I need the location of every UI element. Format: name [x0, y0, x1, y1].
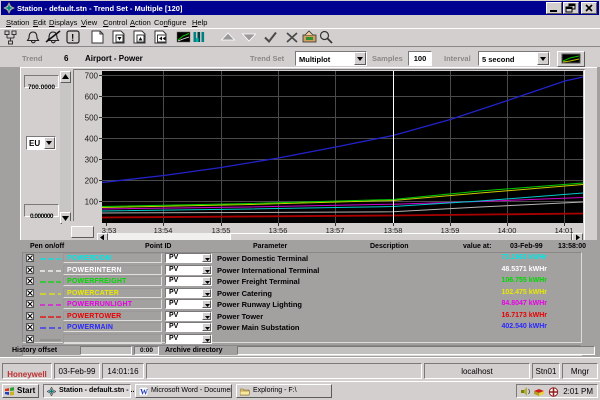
svg-text:!: !: [71, 33, 74, 44]
svg-text:400: 400: [85, 135, 99, 144]
svg-text:100: 100: [85, 198, 99, 207]
svg-text:500: 500: [85, 114, 99, 123]
svg-text:600: 600: [85, 93, 99, 102]
svg-text:W: W: [140, 388, 148, 397]
svg-text:200: 200: [85, 177, 99, 186]
svg-text:300: 300: [85, 156, 99, 165]
svg-text:700: 700: [85, 72, 99, 81]
